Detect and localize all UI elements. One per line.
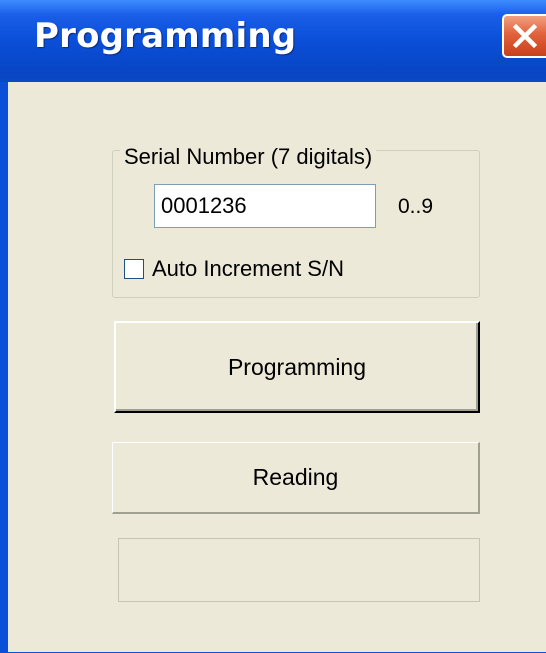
auto-increment-label[interactable]: Auto Increment S/N xyxy=(152,256,344,282)
window-title: Programming xyxy=(34,16,297,56)
digit-range-label: 0..9 xyxy=(398,195,434,218)
serial-number-input[interactable] xyxy=(154,184,376,228)
close-icon xyxy=(512,23,538,49)
programming-button[interactable]: Programming xyxy=(114,321,480,413)
close-button[interactable] xyxy=(502,14,546,58)
title-bar[interactable]: Programming xyxy=(0,0,546,82)
reading-button-label: Reading xyxy=(252,464,339,490)
dialog-client-area: Serial Number (7 digitals) 0..9 Auto Inc… xyxy=(8,82,546,652)
reading-button[interactable]: Reading xyxy=(112,442,480,514)
programming-button-label: Programming xyxy=(227,353,367,380)
status-panel xyxy=(118,538,480,602)
programming-window: Programming Serial Number (7 digitals) 0… xyxy=(0,0,546,653)
auto-increment-checkbox[interactable] xyxy=(124,259,144,279)
serial-number-group-label: Serial Number (7 digitals) xyxy=(120,144,377,170)
